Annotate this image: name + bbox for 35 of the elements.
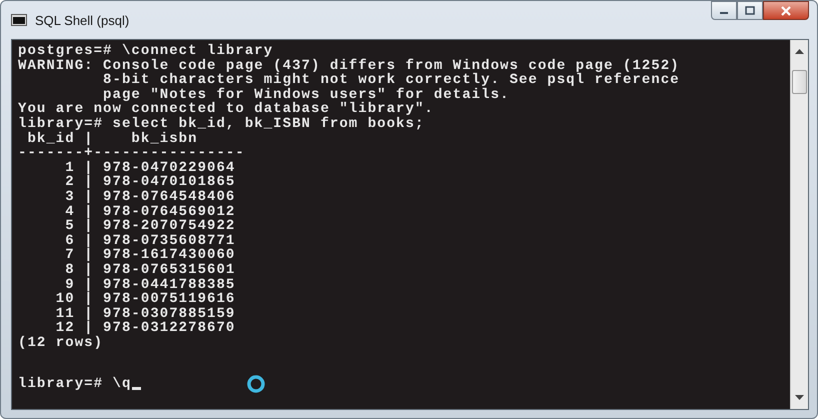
scrollbar[interactable] — [790, 40, 808, 409]
console-line: WARNING: Console code page (437) differs from Windows code page (1252) — [18, 58, 680, 74]
console-line: 9 | 978-0441788385 — [64, 278, 236, 292]
text-cursor — [132, 387, 142, 390]
maximize-button[interactable] — [737, 1, 763, 20]
minimize-button[interactable] — [711, 1, 737, 20]
console-line: 7 | 978-1617430060 — [64, 248, 236, 263]
console-line: 5 | 978-2070754922 — [64, 219, 236, 234]
busy-spinner-icon — [246, 374, 266, 394]
console-line: library=# select bk_id, bk_ISBN from books; — [18, 116, 424, 132]
console-icon — [11, 14, 27, 26]
scroll-up-icon[interactable] — [795, 48, 804, 54]
console-line: 2 | 978-0470101865 — [64, 175, 236, 190]
scroll-down-icon[interactable] — [795, 395, 804, 401]
console-line: 3 | 978-0764548406 — [64, 190, 236, 205]
console-line: 12 | 978-0312278670 — [54, 321, 236, 336]
console-line: -------+---------------- — [18, 146, 245, 161]
console-line: 11 | 978-0307885159 — [54, 306, 236, 322]
console-line: 4 | 978-0764569012 — [64, 204, 236, 220]
console-line: 6 | 978-0735608771 — [64, 234, 236, 248]
console-line: bk_id | bk_isbn — [26, 132, 198, 146]
window-title: SQL Shell (psql) — [35, 12, 130, 28]
console-line: 1 | 978-0470229064 — [64, 160, 236, 176]
console-line: postgres=# \connect library — [18, 44, 274, 59]
scroll-thumb[interactable] — [792, 70, 807, 94]
console-line: 8-bit characters might not work correctly. See psql reference — [102, 73, 680, 88]
maximize-icon — [745, 6, 755, 15]
close-icon — [780, 6, 792, 16]
close-button[interactable] — [763, 1, 809, 20]
command-prompt: library=# \q — [18, 377, 132, 392]
console-line: 8 | 978-0765315601 — [64, 262, 236, 278]
console-line: (12 rows) — [18, 336, 104, 350]
console-line: You are now connected to database "library". — [18, 102, 434, 117]
console-line: 10 | 978-0075119616 — [54, 292, 236, 307]
console-line: page "Notes for Windows users" for details. — [102, 88, 510, 102]
